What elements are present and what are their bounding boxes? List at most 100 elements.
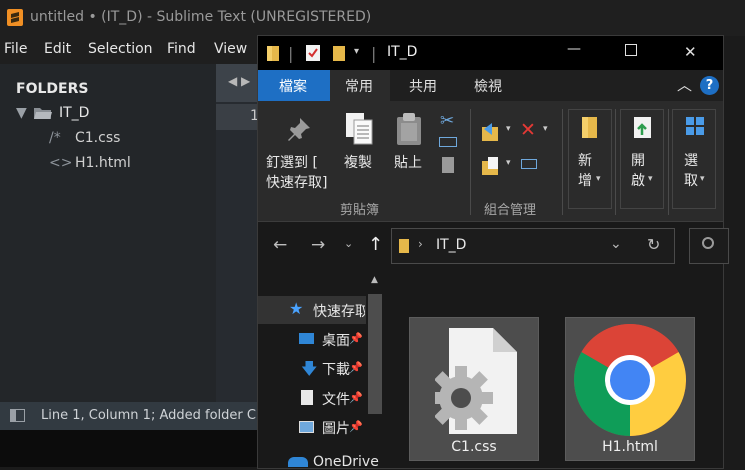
nav-pictures[interactable]: 圖片 (322, 418, 350, 438)
sidebar-file-c1-css[interactable]: C1.css (75, 130, 120, 146)
star-icon: ★ (289, 299, 304, 318)
sidebar: FOLDERS ▼ IT_D /* C1.css <> H1.html (0, 64, 216, 402)
open-label-line2[interactable]: 啟 (631, 171, 645, 191)
help-button[interactable]: ? (700, 76, 719, 95)
ribbon: 釘選到 [ 快速存取] 複製 貼上 ✂ 剪貼簿 ▾ ▾ ✕ ▾ 組合管理 新 增… (258, 101, 723, 222)
maximize-button[interactable] (625, 44, 637, 56)
delete-icon[interactable]: ✕ (520, 119, 536, 141)
menu-bar: File Edit Selection Find View (0, 36, 260, 64)
minimize-button[interactable]: — (567, 41, 581, 57)
copy-label[interactable]: 複製 (344, 153, 372, 173)
new-dropdown-icon[interactable]: ▾ (596, 174, 601, 184)
breadcrumb-separator-icon[interactable]: › (418, 237, 423, 251)
nav-desktop[interactable]: 桌面 (322, 330, 350, 350)
nav-onedrive[interactable]: OneDrive (313, 454, 379, 470)
open-label-line1[interactable]: 開 (631, 151, 645, 171)
folder-icon (266, 45, 280, 66)
cut-icon[interactable]: ✂ (440, 111, 454, 131)
settings-file-icon (429, 328, 517, 438)
new-label-line1[interactable]: 新 (578, 151, 592, 171)
menu-find[interactable]: Find (167, 41, 196, 57)
navigation-pane: ▲ ★ 快速存取 桌面 📌 🡇 下載 📌 文件 📌 圖片 📌 OneDrive (258, 270, 384, 470)
copy-icon[interactable] (344, 111, 374, 151)
pin-icon: 📌 (349, 361, 363, 374)
explorer-titlebar: | ▾ | IT_D — ✕ (258, 36, 723, 70)
pin-icon: 📌 (349, 420, 363, 433)
folder-expand-arrow-icon[interactable]: ▼ (16, 105, 27, 121)
sidebar-file-h1-html[interactable]: H1.html (75, 155, 131, 171)
open-dropdown-icon[interactable]: ▾ (648, 174, 653, 184)
menu-view[interactable]: View (214, 41, 247, 57)
nav-scroll-up-icon[interactable]: ▲ (371, 275, 378, 285)
pin-label-line2[interactable]: 快速存取] (266, 173, 327, 193)
move-to-icon[interactable] (480, 121, 506, 147)
pictures-icon (299, 421, 314, 433)
pin-icon[interactable] (286, 116, 312, 146)
nav-scrollbar-thumb[interactable] (368, 294, 382, 414)
menu-edit[interactable]: Edit (44, 41, 71, 57)
search-box[interactable] (689, 228, 729, 264)
tab-share-label[interactable]: 共用 (409, 76, 437, 96)
menu-file[interactable]: File (4, 41, 27, 57)
rename-icon[interactable] (521, 159, 537, 169)
nav-downloads[interactable]: 下載 (322, 359, 350, 379)
copy-to-icon[interactable] (480, 155, 506, 181)
download-arrow-icon: 🡇 (301, 359, 318, 378)
select-dropdown-icon[interactable]: ▾ (700, 174, 705, 184)
pin-icon: 📌 (349, 332, 363, 345)
documents-icon (301, 390, 313, 405)
search-icon (702, 237, 714, 249)
file-item-c1-css[interactable]: C1.css (409, 317, 539, 461)
taskbar-strip (0, 430, 260, 467)
sidebar-folder-it-d[interactable]: IT_D (59, 105, 89, 121)
toggle-sidebar-icon[interactable] (10, 409, 25, 422)
select-label-line2[interactable]: 取 (684, 171, 698, 191)
tab-file-label[interactable]: 檔案 (279, 76, 307, 96)
paste-clipboard-icon[interactable] (395, 111, 423, 151)
file-name-h1-html: H1.html (602, 439, 658, 455)
tab-view-label[interactable]: 檢視 (474, 76, 502, 96)
sublime-logo-icon (7, 9, 23, 26)
new-folder-icon (581, 116, 599, 144)
address-folder-icon (398, 238, 410, 258)
close-button[interactable]: ✕ (684, 43, 697, 61)
file-item-h1-html[interactable]: H1.html (565, 317, 695, 461)
sidebar-heading: FOLDERS (16, 81, 89, 97)
tab-home-label[interactable]: 常用 (345, 76, 373, 96)
copy-path-icon[interactable] (439, 137, 457, 147)
address-bar[interactable]: › IT_D ⌄ ↻ (391, 228, 675, 264)
refresh-icon[interactable]: ↻ (647, 235, 660, 254)
nav-documents[interactable]: 文件 (322, 389, 350, 409)
recent-locations-chevron-icon[interactable]: ⌄ (344, 237, 353, 250)
file-explorer-window: | ▾ | IT_D — ✕ 檔案 常用 共用 檢視 ︿ ? 釘選到 [ 快速存… (257, 35, 729, 470)
forward-arrow-icon[interactable]: → (311, 235, 325, 255)
quick-access-toolbar-dropdown-icon[interactable]: ▾ (354, 46, 359, 57)
status-bar: Line 1, Column 1; Added folder C:\U (0, 402, 274, 430)
window-title: untitled • (IT_D) - Sublime Text (UNREGI… (30, 9, 372, 25)
paste-shortcut-icon[interactable] (442, 157, 454, 173)
file-list: C1.css H1.html (384, 270, 723, 468)
select-label-line1[interactable]: 選 (684, 151, 698, 171)
select-grid-icon (685, 116, 705, 140)
ribbon-tab-bar: 檔案 常用 共用 檢視 ︿ ? (258, 70, 723, 101)
file-name-c1-css: C1.css (451, 439, 497, 455)
desktop-icon (299, 333, 314, 344)
menu-selection[interactable]: Selection (88, 41, 153, 57)
explorer-window-title: IT_D (387, 44, 418, 60)
new-folder-quick-icon[interactable] (332, 45, 346, 66)
chrome-icon (573, 323, 687, 440)
collapse-ribbon-icon[interactable]: ︿ (677, 74, 692, 95)
clipboard-group-label: 剪貼簿 (340, 203, 380, 218)
nav-quick-access-label[interactable]: 快速存取 (313, 301, 365, 321)
tab-scroll-arrows-icon[interactable]: ◀ ▶ (228, 74, 250, 88)
open-properties-icon (633, 116, 653, 144)
status-text: Line 1, Column 1; Added folder C:\U (41, 408, 275, 423)
up-arrow-icon[interactable]: ↑ (368, 234, 383, 255)
paste-label[interactable]: 貼上 (394, 153, 422, 173)
back-arrow-icon[interactable]: ← (273, 235, 287, 255)
new-label-line2[interactable]: 增 (578, 171, 592, 191)
pin-label-line1[interactable]: 釘選到 [ (266, 153, 318, 173)
breadcrumb-it-d[interactable]: IT_D (436, 237, 466, 253)
address-history-chevron-icon[interactable]: ⌄ (610, 236, 622, 252)
properties-checklist-icon[interactable] (305, 44, 321, 66)
